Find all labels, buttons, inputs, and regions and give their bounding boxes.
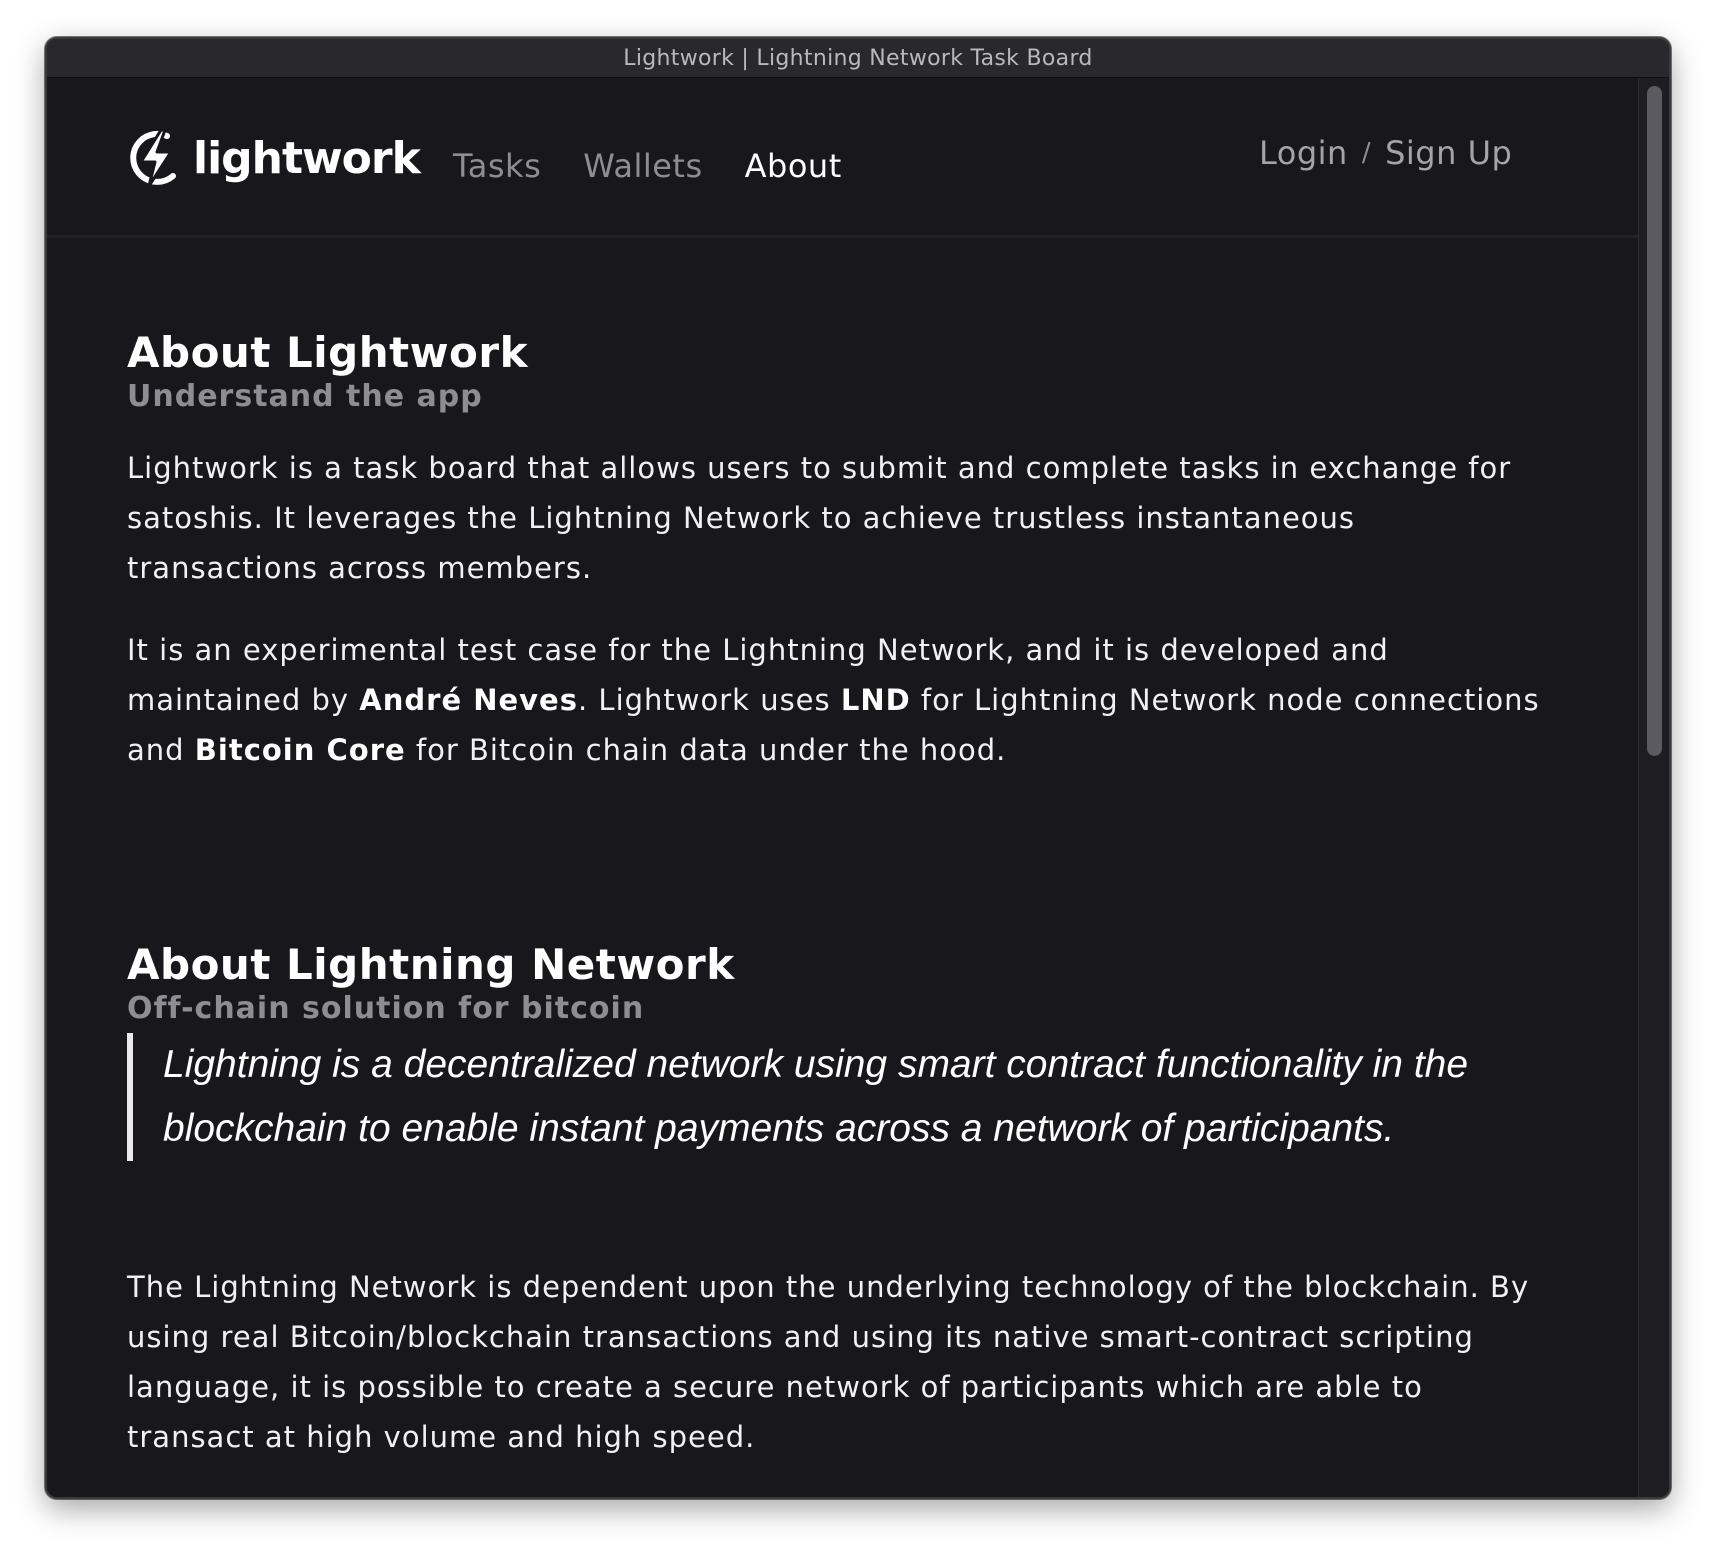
vertical-scrollbar[interactable] [1638, 78, 1669, 1497]
browser-window: Lightwork | Lightning Network Task Board… [45, 37, 1671, 1499]
about-lightning-paragraph: The Lightning Network is dependent upon … [127, 1270, 1530, 1454]
bitcoin-core-name: Bitcoin Core [194, 733, 406, 767]
navbar: lightwork Tasks Wallets About Login / Si… [47, 78, 1639, 238]
login-link[interactable]: Login [1259, 134, 1348, 172]
brand-name: lightwork [193, 132, 421, 184]
lnd-name: LND [840, 683, 911, 717]
about-lightwork-subtitle: Understand the app [127, 379, 483, 414]
page-viewport: lightwork Tasks Wallets About Login / Si… [47, 78, 1639, 1497]
nav-wallets[interactable]: Wallets [583, 147, 702, 185]
main-nav: Tasks Wallets About [453, 147, 842, 185]
window-title: Lightwork | Lightning Network Task Board [623, 45, 1093, 71]
auth-separator: / [1361, 138, 1372, 168]
auth-links: Login / Sign Up [1259, 134, 1512, 172]
lightning-quote-text: Lightning is a decentralized network usi… [163, 1043, 1469, 1150]
nav-tasks[interactable]: Tasks [453, 147, 541, 185]
author-name: André Neves [359, 683, 578, 717]
about-lightwork-paragraph-1: Lightwork is a task board that allows us… [127, 451, 1512, 585]
window-titlebar: Lightwork | Lightning Network Task Board [47, 39, 1669, 78]
lightning-bolt-icon [127, 128, 185, 188]
signup-link[interactable]: Sign Up [1385, 134, 1512, 172]
brand-logo-link[interactable]: lightwork [127, 128, 421, 188]
about-lightning-subtitle: Off-chain solution for bitcoin [127, 991, 645, 1026]
about-lightwork-paragraph-2: It is an experimental test case for the … [127, 633, 1540, 767]
scrollbar-thumb[interactable] [1647, 86, 1662, 756]
lightning-quote: Lightning is a decentralized network usi… [127, 1033, 1543, 1161]
about-lightwork-title: About Lightwork [127, 328, 529, 377]
nav-about[interactable]: About [745, 147, 842, 185]
about-lightning-title: About Lightning Network [127, 940, 735, 989]
